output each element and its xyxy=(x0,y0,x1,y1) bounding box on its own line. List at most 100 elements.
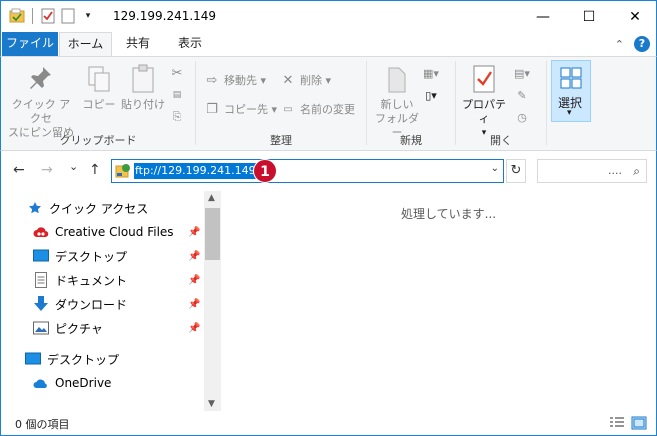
properties-icon[interactable] xyxy=(40,7,56,25)
ftp-location-icon xyxy=(115,163,131,179)
rename-label: 名前の変更 xyxy=(300,103,355,116)
desktop-icon xyxy=(33,248,49,264)
ribbon: クイック アクセ スにピン留め コピー 貼り付け ✂ ▤ ⎘ クリップボード ⇨… xyxy=(0,56,657,151)
select-button[interactable]: 選択 ▾ xyxy=(551,60,591,122)
cut-icon[interactable]: ✂ xyxy=(169,63,185,83)
copy-to-label: コピー先 ▾ xyxy=(224,103,278,116)
navigation-scrollbar[interactable]: ▲ ▼ xyxy=(204,191,221,411)
new-group-label: 新規 xyxy=(400,134,422,147)
clipboard-group-label: クリップボード xyxy=(59,134,137,147)
address-text[interactable]: ftp://129.199.241.149/ xyxy=(134,163,261,179)
nav-label: OneDrive xyxy=(55,376,112,390)
easy-access-icon[interactable]: ▯▾ xyxy=(423,85,439,105)
maximize-button[interactable]: ☐ xyxy=(566,1,612,32)
toolbar-divider xyxy=(32,8,33,24)
downloads-icon xyxy=(33,296,49,312)
up-button[interactable]: ↑ xyxy=(89,162,101,178)
pin-to-quick-access-button[interactable]: クイック アクセ スにピン留め xyxy=(7,63,75,140)
address-bar[interactable]: ftp://129.199.241.149/ ⌄ xyxy=(111,159,504,183)
documents-icon xyxy=(33,272,49,288)
customize-toolbar-icon[interactable]: ▾ xyxy=(80,7,96,25)
tab-file[interactable]: ファイル xyxy=(2,32,58,56)
rename-icon: ▭ xyxy=(283,103,293,115)
folder-icon xyxy=(381,63,413,95)
delete-icon: ✕ xyxy=(282,72,294,88)
pin-icon: 📌 xyxy=(188,227,201,238)
properties-label: プロパティ xyxy=(462,98,506,125)
title-bar: ▾ 129.199.241.149 — ☐ ✕ xyxy=(0,0,657,32)
address-dropdown-icon[interactable]: ⌄ xyxy=(491,163,499,174)
nav-label: デスクトップ xyxy=(55,249,128,264)
delete-label: 削除 ▾ xyxy=(300,74,332,87)
star-icon xyxy=(27,200,43,216)
properties-check-icon xyxy=(468,63,500,95)
collapse-ribbon-icon[interactable]: ⌃ xyxy=(615,38,624,51)
move-to-label: 移動先 ▾ xyxy=(224,74,267,87)
edit-icon[interactable]: ✎ xyxy=(514,85,530,105)
scrollbar-thumb[interactable] xyxy=(205,208,220,260)
onedrive-icon xyxy=(33,375,49,391)
copy-to-icon: ❐ xyxy=(206,101,218,117)
rename-button[interactable]: ▭ 名前の変更 xyxy=(280,99,355,119)
tab-share[interactable]: 共有 xyxy=(114,32,162,56)
refresh-button[interactable]: ↻ xyxy=(506,159,526,183)
copy-label: コピー xyxy=(82,98,116,111)
pin-icon xyxy=(25,63,57,95)
scroll-up-icon[interactable]: ▲ xyxy=(208,193,215,203)
new-folder-button[interactable]: 新しい フォルダー xyxy=(371,63,423,140)
copy-path-icon[interactable]: ▤ xyxy=(169,85,185,105)
large-icons-view-icon[interactable] xyxy=(631,416,647,430)
delete-button[interactable]: ✕ 削除 ▾ xyxy=(280,70,331,90)
tab-view[interactable]: 表示 xyxy=(164,32,216,56)
address-row: ← → ⌄ ↑ ftp://129.199.241.149/ ⌄ ↻ .... … xyxy=(0,151,657,191)
history-icon[interactable]: ◷ xyxy=(514,107,530,127)
nav-label: ドキュメント xyxy=(55,273,128,288)
search-placeholder: .... xyxy=(608,164,622,177)
new-folder-icon[interactable] xyxy=(60,7,76,25)
ribbon-tab-row: ファイル ホーム 共有 表示 ⌃ ? xyxy=(0,32,657,57)
properties-button[interactable]: プロパティ ▾ xyxy=(458,63,510,140)
back-button[interactable]: ← xyxy=(13,162,25,178)
tab-home[interactable]: ホーム xyxy=(59,32,112,57)
open-icon[interactable]: ▤▾ xyxy=(514,63,530,83)
content-area: クイック アクセス Creative Cloud Files 📌 デスクトップ … xyxy=(0,191,657,411)
nav-onedrive[interactable]: OneDrive xyxy=(33,372,111,394)
nav-label: クイック アクセス xyxy=(49,201,149,216)
scroll-down-icon[interactable]: ▼ xyxy=(208,399,215,409)
item-count: 0 個の項目 xyxy=(15,418,70,431)
creative-cloud-icon xyxy=(33,224,49,240)
nav-label: ダウンロード xyxy=(55,297,128,312)
nav-item-documents[interactable]: ドキュメント xyxy=(33,269,127,291)
pin-icon: 📌 xyxy=(188,275,201,286)
paste-label: 貼り付け xyxy=(121,98,165,111)
paste-button[interactable]: 貼り付け xyxy=(119,63,167,112)
details-view-icon[interactable] xyxy=(609,416,625,430)
group-divider xyxy=(546,61,547,145)
copy-to-button[interactable]: ❐ コピー先 ▾ xyxy=(204,99,277,119)
recent-locations-button[interactable]: ⌄ xyxy=(69,160,78,173)
nav-quick-access[interactable]: クイック アクセス xyxy=(27,197,148,219)
explorer-app-icon[interactable] xyxy=(9,7,25,25)
nav-item-pictures[interactable]: ピクチャ xyxy=(33,317,103,339)
organize-group: ⇨ 移動先 ▾ ❐ コピー先 ▾ ✕ 削除 ▾ ▭ 名前の変更 整理 xyxy=(196,57,366,151)
quick-access-toolbar: ▾ xyxy=(9,7,96,25)
help-icon[interactable]: ? xyxy=(634,36,650,52)
window-title: 129.199.241.149 xyxy=(113,9,217,23)
search-icon[interactable]: ⌕ xyxy=(633,164,640,179)
nav-item-desktop[interactable]: デスクトップ xyxy=(33,245,127,267)
clipboard-group: クイック アクセ スにピン留め コピー 貼り付け ✂ ▤ ⎘ クリップボード xyxy=(1,57,195,151)
nav-item-downloads[interactable]: ダウンロード xyxy=(33,293,127,315)
move-to-icon: ⇨ xyxy=(206,72,218,88)
select-grid-icon xyxy=(560,67,582,92)
search-box[interactable]: .... ⌕ xyxy=(537,159,647,183)
nav-item-creative-cloud[interactable]: Creative Cloud Files xyxy=(33,221,174,243)
close-button[interactable]: ✕ xyxy=(612,1,657,32)
paste-shortcut-icon[interactable]: ⎘ xyxy=(169,107,185,127)
organize-group-label: 整理 xyxy=(270,134,292,147)
minimize-button[interactable]: — xyxy=(520,1,566,32)
move-to-button[interactable]: ⇨ 移動先 ▾ xyxy=(204,70,266,90)
copy-button[interactable]: コピー xyxy=(79,63,119,112)
forward-button[interactable]: → xyxy=(41,162,53,178)
new-item-icon[interactable]: ▦▾ xyxy=(423,63,439,83)
nav-desktop[interactable]: デスクトップ xyxy=(25,348,119,370)
